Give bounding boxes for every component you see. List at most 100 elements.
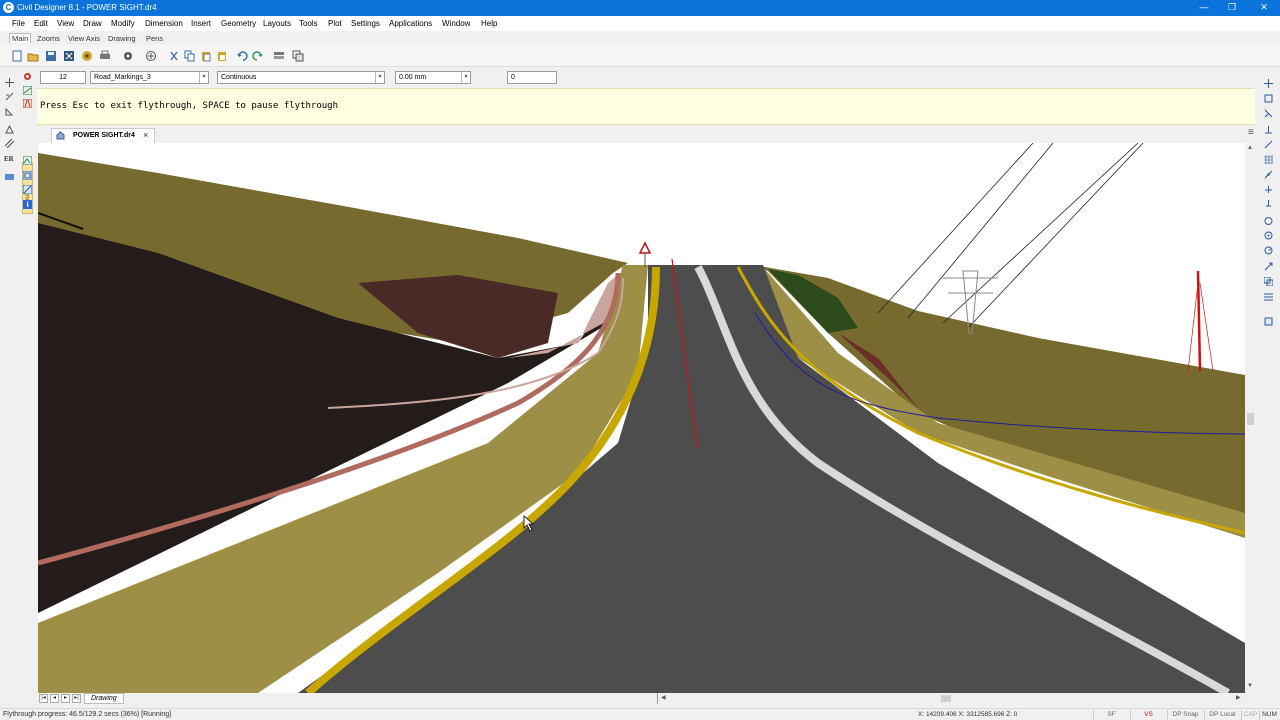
menu-edit[interactable]: Edit — [34, 19, 48, 28]
drawing-viewport[interactable] — [38, 143, 1245, 693]
info-icon[interactable] — [23, 200, 32, 209]
menu-file[interactable]: File — [12, 19, 25, 28]
plot-icon[interactable] — [81, 50, 93, 62]
er-label[interactable]: ER — [4, 155, 14, 163]
snap-intersection-icon[interactable] — [1264, 185, 1273, 194]
command-line[interactable]: Press Esc to exit flythrough, SPACE to p… — [37, 88, 1255, 125]
sf-toggle[interactable]: SF — [1093, 710, 1129, 720]
print-icon[interactable] — [99, 50, 111, 62]
next-sheet-icon[interactable]: ▸ — [61, 694, 70, 703]
linetype-select[interactable]: Continuous ▾ — [217, 71, 385, 84]
sheet-tab-drawing[interactable]: Drawing — [84, 693, 124, 704]
properties-icon[interactable] — [145, 50, 157, 62]
menu-plot[interactable]: Plot — [328, 19, 342, 28]
horizontal-scrollbar[interactable]: ◀ ▶ — [657, 693, 1247, 704]
menu-geometry[interactable]: Geometry — [221, 19, 256, 28]
tab-zooms[interactable]: Zooms — [37, 34, 60, 43]
survey-icon[interactable] — [23, 171, 32, 180]
tab-pens[interactable]: Pens — [146, 34, 163, 43]
road-tool-icon[interactable] — [23, 99, 32, 108]
first-sheet-icon[interactable]: |◂ — [39, 694, 48, 703]
last-sheet-icon[interactable]: ▸| — [72, 694, 81, 703]
layer-select[interactable]: Road_Markings_3 ▾ — [90, 71, 209, 84]
snap-quadrant-icon[interactable] — [1264, 216, 1273, 225]
menu-dimension[interactable]: Dimension — [145, 19, 183, 28]
snap-settings-icon[interactable] — [1264, 317, 1273, 326]
snap-node-icon[interactable] — [1264, 200, 1273, 209]
lineweight-select[interactable]: 0.00 mm ▾ — [395, 71, 471, 84]
layer-manager-icon[interactable] — [292, 50, 304, 62]
document-name: POWER SIGHT.dr4 — [73, 132, 135, 139]
menu-modify[interactable]: Modify — [111, 19, 135, 28]
monitor-icon[interactable] — [5, 173, 14, 182]
snap-center-icon[interactable] — [1264, 231, 1273, 240]
flythrough-scene[interactable] — [38, 143, 1245, 693]
layer-value: Road_Markings_3 — [94, 74, 151, 81]
menu-tools[interactable]: Tools — [299, 19, 318, 28]
alignment-icon[interactable] — [23, 86, 32, 95]
tab-main[interactable]: Main — [9, 33, 32, 43]
menu-view[interactable]: View — [57, 19, 74, 28]
scroll-down-icon[interactable]: ▼ — [1247, 683, 1253, 689]
save-all-icon[interactable] — [63, 50, 75, 62]
hatch-icon[interactable] — [5, 139, 14, 148]
scroll-up-icon[interactable]: ▲ — [1247, 145, 1253, 151]
menu-layouts[interactable]: Layouts — [263, 19, 291, 28]
pin-icon[interactable] — [23, 72, 32, 81]
drawing-file-icon — [56, 131, 65, 140]
menu-help[interactable]: Help — [481, 19, 497, 28]
vertical-scrollbar[interactable]: ▲ ▼ — [1245, 143, 1256, 693]
layers-icon[interactable] — [273, 50, 285, 62]
menu-applications[interactable]: Applications — [389, 19, 432, 28]
snap-extension-icon[interactable] — [1264, 292, 1273, 301]
snap-grid-icon[interactable] — [1264, 155, 1273, 164]
prev-sheet-icon[interactable]: ◂ — [50, 694, 59, 703]
tab-view-axis[interactable]: View Axis — [68, 34, 100, 43]
tab-drawing[interactable]: Drawing — [108, 34, 136, 43]
elevation-field[interactable]: 0 — [507, 71, 557, 84]
save-icon[interactable] — [45, 50, 57, 62]
close-window-button[interactable]: ✕ — [1248, 0, 1280, 16]
settings-gear-icon[interactable] — [122, 50, 134, 62]
snap-tangent-icon[interactable] — [1264, 140, 1273, 149]
snap-arc-icon[interactable] — [1264, 246, 1273, 255]
snap-box-icon[interactable] — [1264, 94, 1273, 103]
menu-insert[interactable]: Insert — [191, 19, 211, 28]
menu-settings[interactable]: Settings — [351, 19, 380, 28]
scroll-right-icon[interactable]: ▶ — [1236, 694, 1241, 701]
vertex-icon[interactable] — [5, 107, 14, 116]
snap-midpoint-icon[interactable] — [1264, 109, 1273, 118]
close-tab-icon[interactable]: × — [143, 130, 148, 140]
snap-parallel-icon[interactable] — [1264, 277, 1273, 286]
terrain-icon[interactable] — [23, 156, 32, 165]
menu-window[interactable]: Window — [442, 19, 470, 28]
open-folder-icon[interactable] — [27, 50, 39, 62]
snap-endpoint-icon[interactable] — [1264, 79, 1273, 88]
vs-toggle[interactable]: VS — [1130, 710, 1166, 720]
vertical-scroll-thumb[interactable] — [1247, 413, 1254, 425]
dp-snap-toggle[interactable]: DP Snap — [1167, 710, 1203, 720]
redo-icon[interactable] — [252, 50, 264, 62]
menu-draw[interactable]: Draw — [83, 19, 102, 28]
cut-icon[interactable] — [168, 50, 180, 62]
crosshair-icon[interactable] — [5, 78, 14, 87]
tab-list-menu-icon[interactable]: ≡ — [1248, 127, 1254, 138]
drainage-icon[interactable] — [23, 185, 32, 194]
tab-power-sight[interactable]: POWER SIGHT.dr4 × — [51, 128, 155, 143]
snap-nearest-icon[interactable] — [1264, 170, 1273, 179]
triangle-icon[interactable] — [5, 125, 14, 134]
paste-icon[interactable] — [200, 50, 212, 62]
scroll-left-icon[interactable]: ◀ — [661, 694, 666, 701]
horizontal-scroll-thumb[interactable] — [941, 695, 951, 702]
pen-number-field[interactable]: 12 — [40, 71, 86, 84]
dp-local-toggle[interactable]: DP Local — [1204, 710, 1240, 720]
snap-polar-icon[interactable] — [1264, 262, 1273, 271]
paste-special-icon[interactable] — [216, 50, 228, 62]
snap-icon[interactable] — [5, 92, 14, 101]
snap-perpendicular-icon[interactable] — [1264, 125, 1273, 134]
left-toolbar: ER Roads — [0, 67, 37, 692]
restore-button[interactable]: ❐ — [1216, 0, 1248, 16]
copy-icon[interactable] — [184, 50, 196, 62]
new-file-icon[interactable] — [11, 50, 23, 62]
undo-icon[interactable] — [236, 50, 248, 62]
